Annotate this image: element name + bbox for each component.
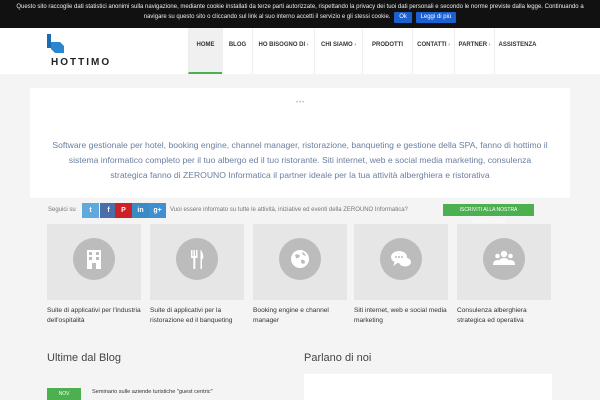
logo-text: HOTTIMO [51, 57, 112, 68]
building-icon [87, 250, 101, 269]
nav-home[interactable]: HOME [188, 28, 222, 74]
service-card-hospitality[interactable]: Suite di applicativi per l'industria del… [47, 224, 141, 330]
newsletter-button[interactable]: ISCRIVITI ALLA NOSTRA NEWSLETTER [443, 204, 534, 225]
nav-partner[interactable]: PARTNER › [454, 28, 494, 74]
social-label: Seguici su [48, 207, 76, 213]
hero-text: Software gestionale per hotel, booking e… [52, 140, 548, 180]
pinterest-icon[interactable]: P [115, 203, 132, 218]
slider-dots[interactable]: ••• [296, 100, 305, 106]
nav-ho-bisogno-di[interactable]: HO BISOGNO DI › [252, 28, 314, 74]
chevron-right-icon: › [448, 42, 450, 48]
main-nav: HOME BLOG HO BISOGNO DI › CHI SIAMO › PR… [188, 28, 540, 74]
newsletter-question: Vuoi essere informato su tutte le attivi… [170, 207, 408, 213]
fork-knife-icon [191, 250, 204, 269]
service-label: Siti internet, web e social media market… [354, 307, 447, 324]
linkedin-icon[interactable]: in [132, 203, 149, 218]
nav-blog[interactable]: BLOG [222, 28, 252, 74]
cookie-text: Questo sito raccoglie dati statistici an… [16, 4, 584, 20]
blog-post-link[interactable]: Seminario sulle aziende turistiche "gues… [92, 389, 213, 395]
service-card-booking[interactable]: Booking engine e channel manager [253, 224, 347, 330]
chevron-right-icon: › [306, 42, 309, 48]
twitter-icon[interactable]: t [82, 203, 99, 218]
press-panel [304, 374, 552, 400]
globe-icon [291, 250, 309, 268]
hero-section: ••• Software gestionale per hotel, booki… [30, 88, 570, 198]
cookie-more-button[interactable]: Leggi di più [415, 12, 457, 23]
nav-contatti[interactable]: CONTATTI › [412, 28, 454, 74]
nav-chi-siamo[interactable]: CHI SIAMO › [314, 28, 362, 74]
blog-section-title: Ultime dal Blog [47, 352, 121, 364]
nav-prodotti[interactable]: PRODOTTI [362, 28, 412, 74]
service-label: Booking engine e channel manager [253, 307, 329, 324]
service-label: Suite di applicativi per la ristorazione… [150, 307, 233, 324]
people-icon [493, 250, 515, 265]
service-label: Suite di applicativi per l'industria del… [47, 307, 141, 324]
press-section-title: Parlano di noi [304, 352, 372, 364]
social-row: Seguici su t f P in g+ Vuoi essere infor… [30, 203, 570, 225]
chevron-right-icon: › [488, 42, 491, 48]
chat-bubbles-icon [391, 251, 411, 267]
site-header: HOTTIMO HOME BLOG HO BISOGNO DI › CHI SI… [0, 28, 600, 74]
logo[interactable]: HOTTIMO [46, 34, 126, 68]
service-card-consulting[interactable]: Consulenza alberghiera strategica ed ope… [457, 224, 551, 330]
nav-assistenza[interactable]: ASSISTENZA [494, 28, 540, 74]
chevron-right-icon: › [354, 42, 356, 48]
service-card-web-marketing[interactable]: Siti internet, web e social media market… [354, 224, 448, 330]
service-label: Consulenza alberghiera strategica ed ope… [457, 307, 527, 324]
blog-date-badge: NOV [47, 388, 81, 400]
cookie-ok-button[interactable]: Ok [394, 12, 412, 23]
logo-mark-icon [47, 34, 64, 53]
google-plus-icon[interactable]: g+ [149, 203, 166, 218]
service-card-restaurant[interactable]: Suite di applicativi per la ristorazione… [150, 224, 244, 330]
cookie-banner: Questo sito raccoglie dati statistici an… [0, 0, 600, 28]
